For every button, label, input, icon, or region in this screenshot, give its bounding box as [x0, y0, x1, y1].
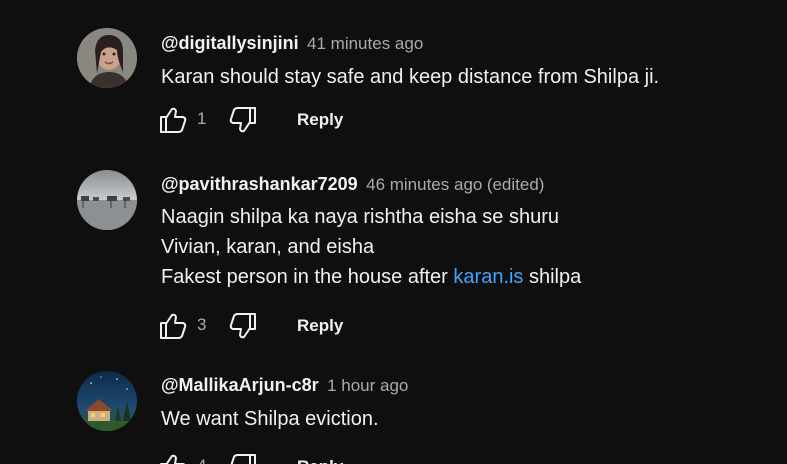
dislike-button[interactable] — [227, 311, 259, 341]
woman-portrait-avatar-icon — [77, 28, 137, 88]
thumbs-down-icon — [229, 313, 256, 339]
comment-actions: 1 Reply — [160, 105, 767, 135]
comment-text-line: We want Shilpa eviction. — [161, 408, 379, 430]
avatar[interactable] — [77, 170, 137, 230]
comment-body: @MallikaArjun-c8r 1 hour ago We want Shi… — [160, 374, 767, 464]
comment-time[interactable]: 46 minutes ago — [366, 175, 482, 194]
thumbs-up-icon — [160, 454, 186, 464]
comment-header: @digitallysinjini 41 minutes ago — [161, 32, 767, 54]
like-count: 4 — [197, 456, 206, 464]
night-house-avatar-icon — [77, 371, 137, 431]
comment-text-segment: Fakest person in the house after — [161, 266, 454, 288]
comment-text: We want Shilpa eviction. — [161, 404, 767, 434]
thumbs-up-icon — [160, 107, 187, 133]
lake-landscape-avatar-icon — [77, 170, 137, 230]
edited-label: (edited) — [486, 175, 545, 194]
comment-author[interactable]: @digitallysinjini — [161, 33, 299, 53]
comment-body: @pavithrashankar7209 46 minutes ago (edi… — [160, 173, 767, 341]
comment-author[interactable]: @pavithrashankar7209 — [161, 174, 358, 194]
like-count: 3 — [197, 315, 207, 334]
reply-button[interactable]: Reply — [285, 452, 355, 464]
dislike-button[interactable] — [227, 105, 259, 135]
like-button[interactable] — [157, 452, 189, 464]
reply-button[interactable]: Reply — [285, 311, 355, 341]
avatar[interactable] — [77, 28, 137, 88]
comment-author[interactable]: @MallikaArjun-c8r — [161, 375, 319, 395]
reply-button[interactable]: Reply — [285, 105, 355, 135]
like-button[interactable] — [157, 105, 189, 135]
comment-link[interactable]: karan.is — [453, 266, 523, 288]
comment-text-line: Karan should stay safe and keep distance… — [161, 66, 660, 88]
thumbs-down-icon — [230, 454, 256, 464]
comment-time[interactable]: 41 minutes ago — [307, 34, 423, 53]
like-button[interactable] — [157, 311, 189, 341]
comment-text: Karan should stay safe and keep distance… — [161, 62, 767, 92]
thumbs-up-icon — [160, 313, 187, 339]
comment-header: @MallikaArjun-c8r 1 hour ago — [161, 374, 767, 396]
thumbs-down-icon — [229, 107, 256, 133]
comment-text-segment: shilpa — [523, 266, 582, 288]
comment-text-line: Fakest person in the house after karan.i… — [161, 262, 767, 292]
avatar[interactable] — [77, 371, 137, 431]
comment-time[interactable]: 1 hour ago — [327, 376, 408, 395]
comment-body: @digitallysinjini 41 minutes ago Karan s… — [160, 32, 767, 135]
comment-actions: 4 Reply — [160, 452, 767, 464]
comments-section: @digitallysinjini 41 minutes ago Karan s… — [0, 0, 787, 464]
comment-text-line: Naagin shilpa ka naya rishtha eisha se s… — [161, 206, 560, 228]
like-count: 1 — [197, 109, 207, 128]
comment-actions: 3 Reply — [160, 311, 767, 341]
comment-text: Naagin shilpa ka naya rishtha eisha se s… — [161, 202, 767, 292]
comment-text-line: Vivian, karan, and eisha — [161, 236, 375, 258]
dislike-button[interactable] — [227, 452, 259, 464]
comment-header: @pavithrashankar7209 46 minutes ago (edi… — [161, 173, 767, 195]
